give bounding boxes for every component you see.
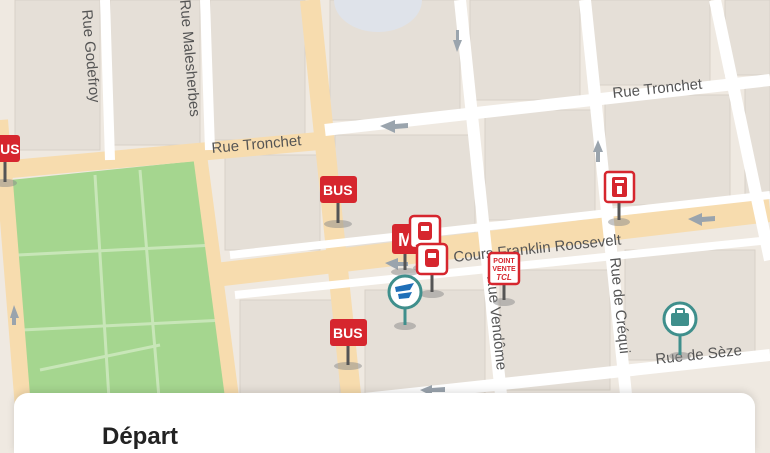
point-vente-line2: VENTE [492, 266, 516, 273]
point-vente-line3: TCL [496, 273, 512, 282]
tram-icon [425, 249, 439, 267]
point-vente-line1: POINT [493, 258, 515, 265]
bus-label: BUS [333, 325, 363, 341]
bottom-sheet[interactable]: Départ [14, 393, 755, 453]
map-canvas[interactable]: Rue Godefroy Rue Malesherbes Rue Tronche… [0, 0, 770, 433]
bus-label: BUS [323, 182, 353, 198]
bus-label: BUS [0, 141, 20, 157]
sheet-title: Départ [102, 423, 179, 450]
ticket-machine-icon [612, 177, 627, 197]
